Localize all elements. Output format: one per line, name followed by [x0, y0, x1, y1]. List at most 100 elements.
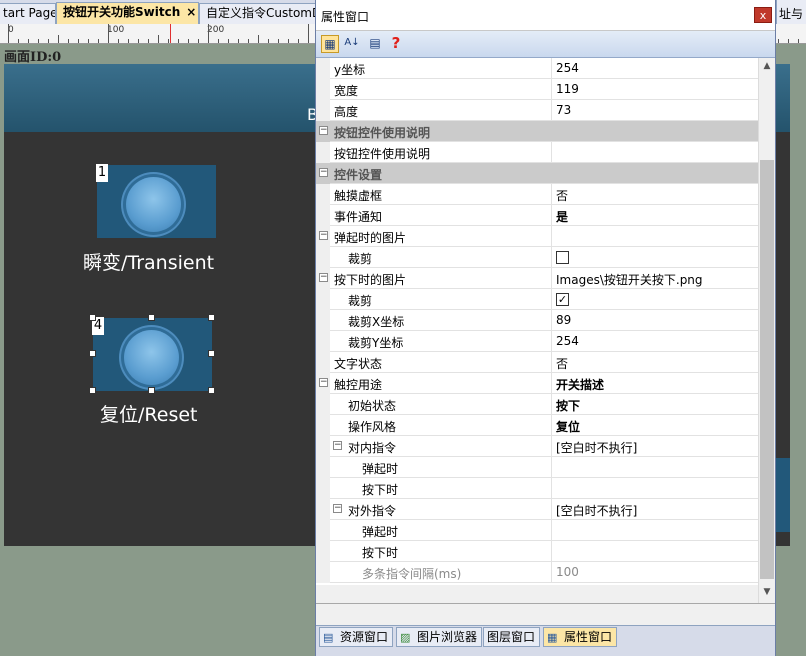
property-row[interactable]: 事件通知 是 [316, 205, 758, 226]
property-row[interactable]: 裁剪 [316, 247, 758, 268]
resize-handle-s[interactable] [148, 387, 155, 394]
collapse-icon[interactable]: − [319, 231, 328, 240]
switch-button-transient[interactable]: 1 [96, 164, 216, 238]
alphabetical-sort-icon[interactable]: A↓ [343, 35, 361, 53]
checkbox-unchecked[interactable] [556, 251, 569, 264]
tab-label: 图片浏览器 [417, 630, 478, 644]
property-row[interactable]: − 按下时的图片 Images\按钮开关按下.png [316, 268, 758, 289]
row-gutter [316, 289, 330, 310]
property-value[interactable]: Images\按钮开关按下.png [551, 268, 758, 289]
resize-handle-n[interactable] [148, 314, 155, 321]
collapse-icon[interactable]: − [333, 504, 342, 513]
property-value-text: 100 [556, 565, 579, 579]
property-value[interactable] [551, 541, 758, 562]
collapse-icon[interactable]: − [319, 378, 328, 387]
switch-button-reset[interactable]: 4 [92, 317, 212, 391]
property-name: 按钮控件使用说明 [334, 126, 431, 140]
resize-handle-se[interactable] [208, 387, 215, 394]
ruler-tick [148, 39, 149, 43]
property-row[interactable]: 多条指令间隔(ms) 100 [316, 562, 758, 583]
switch-knob-icon [126, 177, 181, 232]
collapse-icon[interactable]: − [319, 273, 328, 282]
property-category[interactable]: − 按钮控件使用说明 [316, 121, 758, 142]
help-icon[interactable]: ? [387, 35, 405, 53]
property-value[interactable]: 254 [551, 331, 758, 352]
property-value[interactable]: [空白时不执行] [551, 436, 758, 457]
close-icon[interactable]: × [186, 5, 196, 19]
property-row[interactable]: − 触控用途 开关描述 [316, 373, 758, 394]
ruler-tick [138, 39, 139, 43]
property-value[interactable]: 开关描述 [551, 373, 758, 394]
property-row[interactable]: − 对内指令 [空白时不执行] [316, 436, 758, 457]
resize-handle-ne[interactable] [208, 314, 215, 321]
resize-handle-sw[interactable] [89, 387, 96, 394]
property-row[interactable]: 初始状态 按下 [316, 394, 758, 415]
property-value[interactable] [551, 457, 758, 478]
property-row[interactable]: 按下时 [316, 478, 758, 499]
property-row[interactable]: 裁剪Y坐标 254 [316, 331, 758, 352]
property-row[interactable]: 按钮控件使用说明 [316, 142, 758, 163]
collapse-icon[interactable]: − [333, 441, 342, 450]
property-value[interactable]: 119 [551, 79, 758, 100]
resize-handle-e[interactable] [208, 350, 215, 357]
scrollbar-thumb[interactable] [760, 160, 774, 579]
tab-switch-function[interactable]: 按钮开关功能Switch × [56, 2, 199, 24]
row-gutter [316, 457, 330, 478]
property-value[interactable] [551, 520, 758, 541]
property-value[interactable] [551, 478, 758, 499]
scroll-down-icon[interactable]: ▼ [759, 584, 775, 600]
resize-handle-nw[interactable] [89, 314, 96, 321]
property-value[interactable]: 89 [551, 310, 758, 331]
property-row[interactable]: 按下时 [316, 541, 758, 562]
property-value[interactable]: 按下 [551, 394, 758, 415]
collapse-icon[interactable]: − [319, 168, 328, 177]
scroll-up-icon[interactable]: ▲ [759, 58, 775, 74]
tab-image-browser[interactable]: ▨ 图片浏览器 [396, 627, 483, 647]
property-value[interactable]: 是 [551, 205, 758, 226]
property-row[interactable]: y坐标 254 [316, 58, 758, 79]
property-value[interactable] [551, 247, 758, 268]
property-window-titlebar[interactable]: 属性窗口 x [316, 0, 775, 31]
close-button[interactable]: x [754, 7, 772, 23]
tab-address-partial[interactable]: 址与 [776, 0, 806, 24]
property-pages-icon[interactable]: ▤ [366, 35, 384, 53]
tab-start-page[interactable]: tart Page [0, 3, 56, 24]
categorized-view-icon[interactable]: ▦ [321, 35, 339, 53]
tab-layer-window[interactable]: 图层窗口 [483, 627, 541, 647]
property-grid-scrollbar[interactable]: ▲ ▼ [758, 58, 775, 603]
row-gutter [316, 205, 330, 226]
tab-property-window[interactable]: ▦ 属性窗口 [543, 627, 618, 647]
tab-custom-command[interactable]: 自定义指令CustomD [199, 3, 317, 24]
property-row[interactable]: − 对外指令 [空白时不执行] [316, 499, 758, 520]
property-value[interactable] [551, 226, 758, 247]
property-value[interactable]: 复位 [551, 415, 758, 436]
property-row[interactable]: 弹起时 [316, 457, 758, 478]
ruler-tick [198, 39, 199, 43]
property-row[interactable]: 操作风格 复位 [316, 415, 758, 436]
property-value-text: 按下 [556, 399, 581, 413]
property-row[interactable]: 宽度 119 [316, 79, 758, 100]
tab-resource-window[interactable]: ▤ 资源窗口 [319, 627, 394, 647]
property-value[interactable]: [空白时不执行] [551, 499, 758, 520]
property-row[interactable]: 文字状态 否 [316, 352, 758, 373]
property-row[interactable]: 裁剪X坐标 89 [316, 310, 758, 331]
property-row[interactable]: 弹起时 [316, 520, 758, 541]
property-value[interactable]: 否 [551, 352, 758, 373]
property-value[interactable] [551, 142, 758, 163]
property-row[interactable]: 裁剪 ✓ [316, 289, 758, 310]
property-value-text: 73 [556, 103, 572, 117]
property-value[interactable]: 否 [551, 184, 758, 205]
property-row[interactable]: 触摸虚框 否 [316, 184, 758, 205]
collapse-icon[interactable]: − [319, 126, 328, 135]
property-value[interactable]: 254 [551, 58, 758, 79]
property-name: 事件通知 [334, 210, 383, 224]
property-row[interactable]: − 弹起时的图片 [316, 226, 758, 247]
property-value[interactable]: ✓ [551, 289, 758, 310]
ruler-tick [788, 39, 789, 43]
property-row[interactable]: 高度 73 [316, 100, 758, 121]
resize-handle-w[interactable] [89, 350, 96, 357]
property-value[interactable]: 73 [551, 100, 758, 121]
checkbox-checked[interactable]: ✓ [556, 293, 569, 306]
property-category[interactable]: − 控件设置 [316, 163, 758, 184]
property-value[interactable]: 100 [551, 562, 758, 583]
